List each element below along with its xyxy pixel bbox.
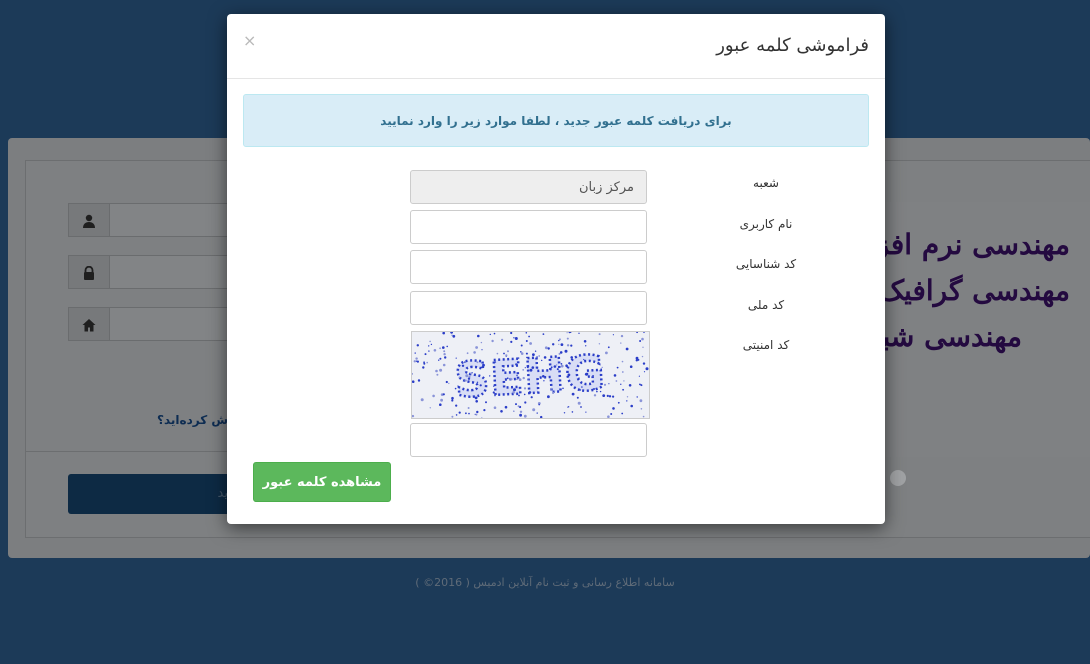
password-input-bg (68, 255, 240, 289)
ad-line: مهندسی گرافیک (878, 274, 1070, 307)
branch-field[interactable] (410, 170, 647, 204)
branch-label: شعبه (753, 176, 779, 190)
ad-line: مهندسی نرم افزا (867, 228, 1070, 261)
show-password-button[interactable]: مشاهده کلمه عبور (253, 462, 391, 502)
identification-code-field[interactable] (410, 250, 647, 284)
captcha-image: SEHG (411, 331, 650, 419)
forgot-password-modal: فراموشی کلمه عبور × برای دریافت کلمه عبو… (227, 14, 885, 524)
national-code-field[interactable] (410, 291, 647, 325)
user-icon (69, 204, 110, 236)
lock-icon (69, 256, 110, 288)
login-button-bg: ید (68, 474, 238, 514)
captcha-text: SEHG (453, 345, 607, 409)
footer-text: سامانه اطلاع رسانی و ثبت نام آنلاین ادمی… (415, 576, 675, 589)
national-code-label: کد ملی (747, 298, 785, 312)
info-alert: برای دریافت کلمه عبور جدید ، لطفا موارد … (243, 94, 869, 147)
forgot-password-link: ش کرده‌اید؟ (157, 413, 228, 427)
identification-code-label: کد شناسایی (735, 257, 797, 271)
ad-banner: مهندسی نرم افزا مهندسی گرافیک مهندسی شبک (857, 202, 1090, 457)
carousel-dot (890, 470, 906, 486)
security-code-label: کد امنیتی (742, 338, 790, 352)
modal-header: فراموشی کلمه عبور × (227, 14, 885, 79)
close-icon[interactable]: × (243, 31, 256, 50)
security-code-field[interactable] (410, 423, 647, 457)
username-label: نام کاربری (739, 217, 793, 231)
branch-input-bg (68, 307, 240, 341)
username-field[interactable] (410, 210, 647, 244)
modal-title: فراموشی کلمه عبور (716, 35, 869, 56)
home-icon (69, 308, 110, 340)
username-input-bg (68, 203, 240, 237)
